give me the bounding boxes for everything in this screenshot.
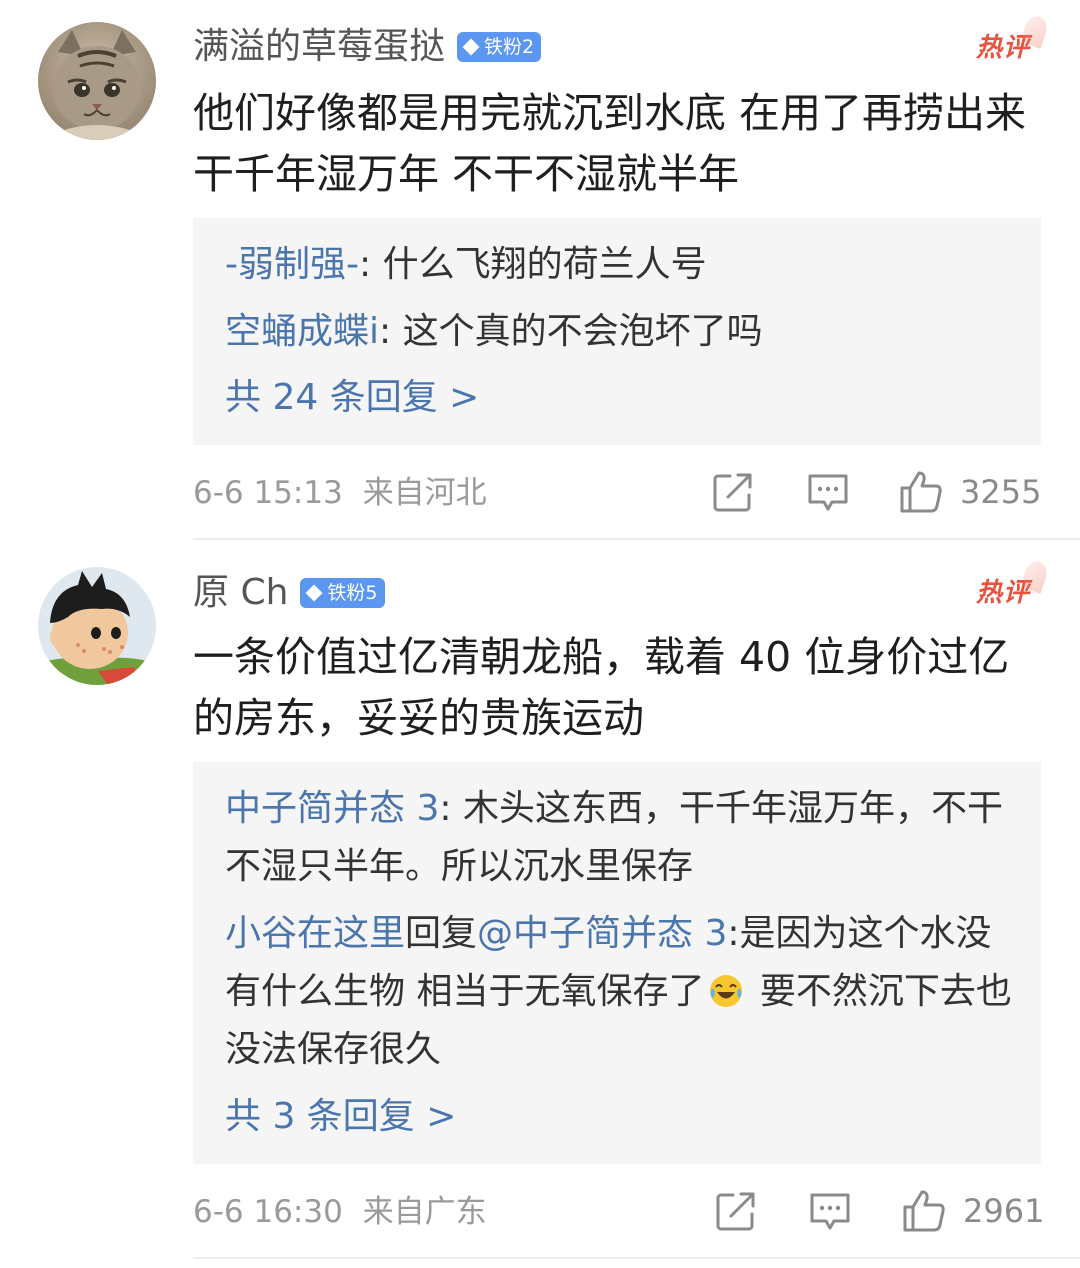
user-avatar[interactable] [38,22,156,140]
name-row: 原 Ch 铁粉5 [193,568,385,618]
user-avatar[interactable] [38,567,156,685]
diamond-icon [305,584,323,602]
fan-badge[interactable]: 铁粉2 [457,32,542,62]
comment-text: 一条价值过亿清朝龙船，载着 40 位身价过亿的房东，妥妥的贵族运动 [193,633,1010,742]
like-button[interactable]: 2961 [901,1188,1044,1234]
hot-label: 热评 [975,578,1030,608]
more-replies-link[interactable]: 共 24 条回复 > [225,369,479,427]
divider [193,538,1080,540]
cartoon-boy-avatar-icon [38,567,156,685]
comment-meta: 6-6 15:13 来自河北 [193,471,487,515]
reply-mention[interactable]: @中子简并态 3 [477,913,727,954]
username[interactable]: 原 Ch [193,568,288,618]
share-icon [713,473,752,512]
thumbs-up-icon [903,1190,945,1232]
location: 来自河北 [362,475,487,511]
hot-label: 热评 [975,33,1030,63]
fan-badge[interactable]: 铁粉5 [300,578,385,608]
reply-author[interactable]: 小谷在这里 [225,913,405,954]
badge-label: 铁粉2 [484,36,535,58]
reply-item[interactable]: 小谷在这里回复@中子简并态 3:是因为这个水没有什么生物 相当于无氧保存了 要不… [225,905,1015,1079]
reply-separator: : [727,913,740,954]
reply-item[interactable]: 空蛹成蝶i: 这个真的不会泡坏了吗 [225,303,1015,361]
like-button[interactable]: 3255 [898,469,1041,515]
cat-avatar-icon [38,22,156,140]
reply-author[interactable]: 空蛹成蝶i [225,311,379,352]
reply-keyword: 回复 [405,913,478,954]
share-button[interactable] [712,471,754,513]
reply-separator: : [439,788,463,829]
reply-item[interactable]: 中子简并态 3: 木头这东西，干千年湿万年，不干不湿只半年。所以沉水里保存 [225,780,1015,896]
timestamp: 6-6 16:30 [193,1194,343,1230]
location: 来自广东 [362,1194,487,1230]
more-replies-link[interactable]: 共 3 条回复 > [225,1088,456,1146]
comment-text: 他们好像都是用完就沉到水底 在用了再捞出来 干千年湿万年 不干不湿就半年 [193,89,1027,198]
laughing-crying-emoji-icon [710,975,743,1007]
reply-button[interactable] [808,1191,852,1233]
hot-comment-tag: 热评 [975,13,1051,68]
reply-item[interactable]: -弱制强-: 什么飞翔的荷兰人号 [225,236,1015,294]
reply-separator: : [358,244,383,285]
comment-meta: 6-6 16:30 来自广东 [193,1190,487,1234]
share-icon [716,1192,755,1231]
like-count: 2961 [963,1192,1045,1230]
divider [193,1257,1080,1259]
reply-author[interactable]: 中子简并态 3 [225,788,439,829]
reply-text: 什么飞翔的荷兰人号 [382,244,707,285]
timestamp: 6-6 15:13 [193,475,343,511]
reply-button[interactable] [806,472,850,514]
hot-comment-tag: 热评 [975,558,1051,613]
like-count: 3255 [960,473,1042,511]
diamond-icon [462,38,480,56]
badge-label: 铁粉5 [327,582,378,604]
reply-separator: : [379,311,403,352]
share-button[interactable] [715,1190,757,1232]
name-row: 满溢的草莓蛋挞 铁粉2 [193,22,542,72]
reply-box[interactable]: 中子简并态 3: 木头这东西，干千年湿万年，不干不湿只半年。所以沉水里保存 小谷… [193,762,1041,1164]
username[interactable]: 满溢的草莓蛋挞 [193,22,445,72]
thumbs-up-icon [900,471,942,513]
reply-text: 这个真的不会泡坏了吗 [402,311,763,352]
reply-author[interactable]: -弱制强- [225,244,359,285]
reply-box[interactable]: -弱制强-: 什么飞翔的荷兰人号 空蛹成蝶i: 这个真的不会泡坏了吗 共 24 … [193,218,1041,445]
comment-icon [810,1193,850,1230]
comment-icon [808,474,848,511]
